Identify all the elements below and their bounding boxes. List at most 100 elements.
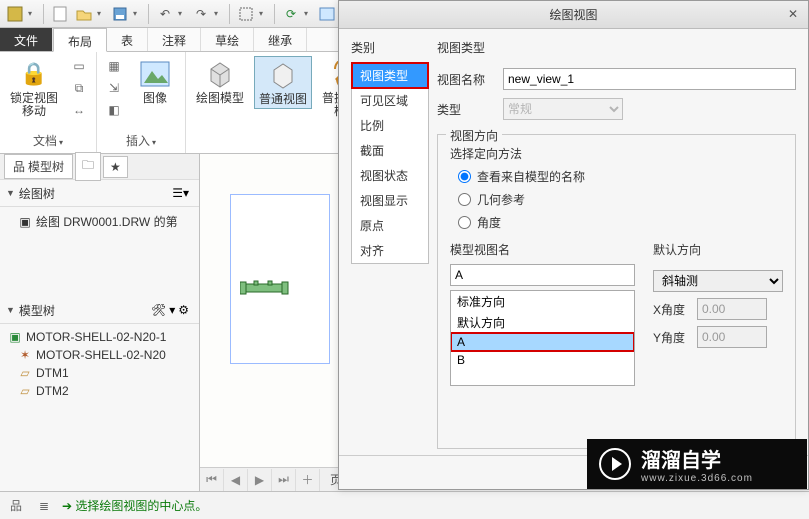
x-angle-input: [697, 298, 767, 320]
settings-tree-icon[interactable]: ⚙: [178, 303, 189, 317]
left-panel: 品模型树 🗀 ★ ▼绘图树 ☰▾ ▣ 绘图 DRW0001.DRW 的第 ▼模型…: [0, 154, 200, 491]
redo-drop[interactable]: ▾: [214, 9, 224, 18]
normal-view-icon: [267, 59, 299, 91]
cat-display[interactable]: 视图显示: [352, 188, 428, 213]
nav-next-icon[interactable]: ▶: [248, 469, 272, 491]
tab-layout[interactable]: 布局: [53, 28, 107, 52]
select-rect-icon[interactable]: [235, 3, 257, 25]
new-icon[interactable]: [49, 3, 71, 25]
datum-item[interactable]: ▱DTM2: [0, 382, 199, 400]
tree-tab-model[interactable]: 品模型树: [4, 154, 73, 179]
cube-icon: [204, 58, 236, 90]
arrow-icon: ➔: [62, 499, 75, 513]
regen-drop[interactable]: ▾: [304, 9, 314, 18]
csys-icon: ✶: [18, 348, 32, 362]
drawing-view-dialog: 绘图视图 ✕ 类别 视图类型 可见区域 比例 截面 视图状态 视图显示 原点 对…: [338, 0, 809, 490]
chevron-down-icon: ▼: [6, 305, 15, 315]
cat-scale[interactable]: 比例: [352, 113, 428, 138]
assembly-icon: ▣: [8, 330, 22, 344]
import-icon[interactable]: ⇲: [103, 78, 125, 98]
orientation-group: 视图方向 选择定向方法 查看来自模型的名称 几何参考 角度 模型视图名 标准方向…: [437, 134, 796, 449]
group-label-insert: 插入: [126, 134, 150, 148]
model-view-name-label: 模型视图名: [450, 241, 635, 258]
dialog-titlebar: 绘图视图 ✕: [339, 1, 808, 29]
cat-section[interactable]: 截面: [352, 138, 428, 163]
tab-table[interactable]: 表: [107, 28, 148, 51]
layers-icon[interactable]: ≣: [34, 496, 54, 516]
sheet-move-icon[interactable]: ↔: [68, 100, 90, 120]
model-item[interactable]: ✶MOTOR-SHELL-02-N20: [0, 346, 199, 364]
name-label: 视图名称: [437, 71, 493, 88]
model-tree-header[interactable]: ▼模型树 🛠 ▾ ⚙: [0, 297, 199, 324]
default-dir-select[interactable]: 斜轴测: [653, 270, 783, 292]
nav-last-icon[interactable]: ⏭: [272, 469, 296, 491]
cat-visible[interactable]: 可见区域: [352, 88, 428, 113]
list-item[interactable]: B: [451, 351, 634, 369]
ribbon-group-doc: 🔒 锁定视图 移动 ▭ ⧉ ↔ 文档▾: [0, 52, 97, 153]
tree-tab-folder[interactable]: 🗀: [75, 152, 101, 181]
cat-state[interactable]: 视图状态: [352, 163, 428, 188]
view-name-list[interactable]: 标准方向 默认方向 A B: [450, 290, 635, 386]
nav-first-icon[interactable]: ⏮: [200, 469, 224, 491]
tab-annotate[interactable]: 注释: [148, 28, 201, 51]
regen-icon[interactable]: ⟳: [280, 3, 302, 25]
radio-geom-ref[interactable]: 几何参考: [458, 191, 783, 208]
radio-angle[interactable]: 角度: [458, 214, 783, 231]
view-name-input[interactable]: [503, 68, 796, 90]
tab-sketch[interactable]: 草绘: [201, 28, 254, 51]
redo-icon[interactable]: ↷: [190, 3, 212, 25]
tab-file[interactable]: 文件: [0, 28, 53, 51]
save-icon[interactable]: [109, 3, 131, 25]
datum-item[interactable]: ▱DTM1: [0, 364, 199, 382]
sheet-new-icon[interactable]: ▭: [68, 56, 90, 76]
model-item[interactable]: ▣MOTOR-SHELL-02-N20-1: [0, 328, 199, 346]
list-opts-icon[interactable]: ☰▾: [172, 186, 189, 200]
draw-tree-item[interactable]: ▣ 绘图 DRW0001.DRW 的第: [0, 211, 199, 232]
play-icon: [599, 448, 631, 480]
list-item[interactable]: 标准方向: [451, 291, 634, 312]
close-icon[interactable]: ✕: [784, 5, 802, 23]
undo-icon[interactable]: ↶: [154, 3, 176, 25]
watermark-title: 溜溜自学: [641, 444, 753, 473]
ole-icon[interactable]: ▦: [103, 56, 125, 76]
datum-icon: ▱: [18, 384, 32, 398]
status-message: 选择绘图视图的中心点。: [75, 499, 207, 513]
folder-icon: 🗀: [82, 156, 94, 177]
cat-view-type[interactable]: 视图类型: [352, 63, 428, 88]
select-drop[interactable]: ▾: [259, 9, 269, 18]
category-list: 视图类型 可见区域 比例 截面 视图状态 视图显示 原点 对齐: [351, 62, 429, 264]
model-view-name-input[interactable]: [450, 264, 635, 286]
window-icon[interactable]: [316, 3, 338, 25]
chevron-down-icon: ▼: [6, 188, 15, 198]
y-angle-label: Y角度: [653, 329, 691, 346]
tab-inherit[interactable]: 继承: [254, 28, 307, 51]
y-angle-input: [697, 326, 767, 348]
open-drop[interactable]: ▾: [97, 9, 107, 18]
tree-tab-fav[interactable]: ★: [103, 156, 128, 178]
cat-origin[interactable]: 原点: [352, 213, 428, 238]
filter-icon[interactable]: ▾: [169, 303, 175, 317]
undo-drop[interactable]: ▾: [178, 9, 188, 18]
app-drop[interactable]: ▾: [28, 9, 38, 18]
radio-from-model[interactable]: 查看来自模型的名称: [458, 168, 783, 185]
draw-tree-header[interactable]: ▼绘图树 ☰▾: [0, 180, 199, 207]
sheet-copy-icon[interactable]: ⧉: [68, 78, 90, 98]
default-dir-label: 默认方向: [653, 241, 783, 258]
orientation-legend: 视图方向: [446, 127, 502, 144]
nav-add-icon[interactable]: ＋: [296, 469, 320, 491]
lock-view-button[interactable]: 🔒 锁定视图 移动: [6, 56, 62, 120]
normal-view-button[interactable]: 普通视图: [254, 56, 312, 109]
nav-prev-icon[interactable]: ◀: [224, 469, 248, 491]
tree-toggle-icon[interactable]: 品: [6, 496, 26, 516]
app-icon[interactable]: [4, 3, 26, 25]
open-icon[interactable]: [73, 3, 95, 25]
save-drop[interactable]: ▾: [133, 9, 143, 18]
cat-align[interactable]: 对齐: [352, 238, 428, 263]
tool-hammer-icon[interactable]: 🛠: [151, 303, 166, 317]
list-item[interactable]: 默认方向: [451, 312, 634, 333]
draw-model-button[interactable]: 绘图模型: [192, 56, 248, 107]
list-item-selected[interactable]: A: [451, 333, 634, 351]
object-icon[interactable]: ◧: [103, 100, 125, 120]
star-icon: ★: [110, 160, 121, 174]
image-button[interactable]: 图像: [131, 56, 179, 107]
